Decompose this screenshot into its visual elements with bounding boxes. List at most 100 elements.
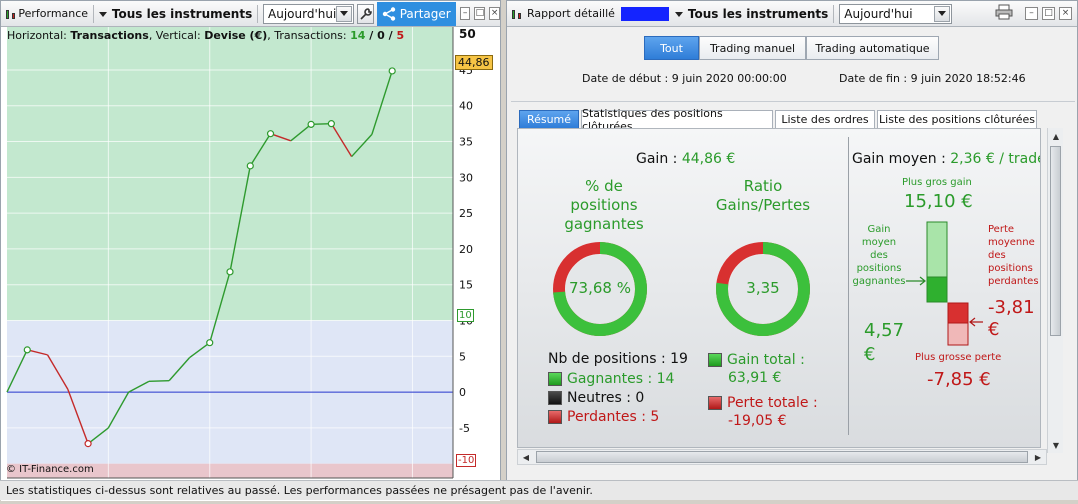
- performance-toolbar: Performance Tous les instruments Aujourd…: [1, 1, 500, 27]
- wrench-icon[interactable]: [357, 3, 374, 24]
- report-instruments-dropdown[interactable]: Tous les instruments: [674, 6, 829, 21]
- current-value-badge: 44,86: [455, 55, 493, 70]
- chevron-down-icon: [98, 11, 107, 17]
- report-title: Rapport détaillé: [527, 7, 615, 20]
- equity-point: [226, 268, 234, 276]
- avg-win-value: 4,57 €: [864, 320, 905, 365]
- maximize-icon[interactable]: □: [1042, 7, 1055, 20]
- y-tick-label: 5: [459, 350, 466, 363]
- report-period-select[interactable]: Aujourd'hui: [839, 3, 953, 24]
- tab-trading-manuel[interactable]: Trading manuel: [699, 36, 806, 60]
- scroll-up-icon[interactable]: ▲: [1049, 129, 1063, 143]
- equity-segment: [148, 379, 170, 383]
- profit-zone: [7, 27, 453, 321]
- scroll-right-icon[interactable]: ▶: [1031, 450, 1045, 464]
- account-redaction: [620, 6, 669, 21]
- y-tick-label: 20: [459, 243, 473, 256]
- instruments-dropdown[interactable]: Tous les instruments: [98, 6, 253, 21]
- avg-loss-bar: [947, 302, 969, 324]
- period-select[interactable]: Aujourd'hui: [263, 3, 355, 24]
- tab-trading-automatique[interactable]: Trading automatique: [806, 36, 939, 60]
- avg-win-bar: [926, 276, 948, 303]
- scroll-left-icon[interactable]: ◀: [519, 450, 533, 464]
- performance-app-icon: [5, 7, 15, 20]
- y-tick-label: 0: [459, 386, 466, 399]
- close-icon[interactable]: ×: [1059, 7, 1072, 20]
- instruments-label: Tous les instruments: [111, 6, 253, 21]
- avg-loss-value: -3,81 €: [988, 297, 1035, 340]
- gain-loss-bars: [906, 221, 983, 346]
- summary-panel: Gain : 44,86 € % de positions gagnantes Ra…: [517, 128, 1041, 448]
- performance-window: Performance Tous les instruments Aujourd…: [0, 0, 501, 501]
- ratio-value: 3,35: [746, 279, 780, 297]
- ratio-title: Ratio Gains/Pertes: [715, 177, 811, 214]
- arrow-right-icon: [906, 276, 926, 286]
- printer-icon[interactable]: [995, 4, 1013, 23]
- y-tick-label: 15: [459, 279, 473, 292]
- report-window: Rapport détaillé Tous les instruments Au…: [506, 0, 1078, 500]
- subtab-liste-positions[interactable]: Liste des positions clôturées: [877, 110, 1037, 128]
- best-gain-label: Plus gros gain: [902, 177, 972, 188]
- avg-win-label: Gain moyen des positions gagnantes: [852, 224, 906, 287]
- equity-point: [307, 120, 315, 128]
- equity-point: [266, 130, 275, 138]
- subtab-liste-ordres[interactable]: Liste des ordres: [775, 110, 875, 128]
- y-tick-label: 25: [459, 207, 473, 220]
- legend-losers: Perdantes : 5: [548, 409, 659, 425]
- chart-header: Horizontal: Transactions, Vertical: Devi…: [7, 29, 405, 42]
- report-period-value: Aujourd'hui: [844, 6, 913, 21]
- gain-total: Gain total :63,91 €: [708, 351, 805, 387]
- copyright: © IT-Finance.com: [6, 464, 94, 475]
- y-tick-label: 40: [459, 100, 473, 113]
- y-tick-label: 50: [459, 27, 476, 41]
- share-icon: [382, 6, 395, 21]
- equity-point: [246, 162, 254, 170]
- transactions-winners: 14: [350, 29, 366, 42]
- report-app-icon: [511, 7, 524, 20]
- y-tick-label: 35: [459, 136, 473, 149]
- report-toolbar: Rapport détaillé Tous les instruments Au…: [507, 1, 1077, 27]
- pct-winning-title: % de positions gagnantes: [564, 177, 644, 233]
- start-date: Date de début : 9 juin 2020 00:00:00: [582, 72, 787, 85]
- equity-point: [327, 120, 335, 128]
- legend-neutrals: Neutres : 0: [548, 390, 644, 406]
- vertical-scrollbar[interactable]: ▲ ▼: [1047, 128, 1063, 453]
- avg-loss-label: Perte moyenne des positions perdantes: [988, 224, 1039, 287]
- y-tick-label: 30: [459, 171, 473, 184]
- subtab-statistiques[interactable]: Statistiques des positions clôturées: [581, 107, 773, 133]
- end-date: Date de fin : 9 juin 2020 18:52:46: [839, 72, 1026, 85]
- share-label: Partager: [399, 6, 451, 21]
- perte-totale: Perte totale : -19,05 €: [708, 394, 818, 430]
- subtab-resume[interactable]: Résumé: [519, 110, 579, 128]
- minimize-icon[interactable]: –: [1025, 7, 1038, 20]
- disclaimer-footer: Les statistiques ci-dessus sont relative…: [0, 480, 1078, 500]
- chevron-down-icon[interactable]: [336, 5, 353, 22]
- lower-band-label: -10: [456, 454, 477, 467]
- y-tick-label: -5: [459, 422, 470, 435]
- legend-winners: Gagnantes : 14: [548, 371, 674, 387]
- period-value: Aujourd'hui: [268, 6, 337, 21]
- pct-winning-value: 73,68 %: [569, 279, 631, 297]
- transactions-neutral: 0: [377, 29, 385, 42]
- close-icon[interactable]: ×: [489, 7, 500, 20]
- transactions-losers: 5: [396, 29, 405, 42]
- gain-summary: Gain : 44,86 €: [636, 151, 736, 167]
- chevron-down-icon[interactable]: [934, 5, 951, 22]
- share-button[interactable]: Partager: [376, 1, 456, 26]
- equity-point: [206, 339, 214, 347]
- scroll-down-icon[interactable]: ▼: [1049, 438, 1063, 452]
- chevron-down-icon: [674, 11, 683, 17]
- horizontal-scroll-thumb[interactable]: [536, 451, 1028, 463]
- maximize-icon[interactable]: □: [474, 7, 486, 20]
- tab-tout[interactable]: Tout: [644, 36, 699, 60]
- minimize-icon[interactable]: –: [459, 7, 471, 20]
- upper-band-label: 10: [457, 309, 474, 322]
- report-instruments-label: Tous les instruments: [687, 6, 829, 21]
- nb-positions: Nb de positions : 19: [548, 351, 688, 367]
- worst-loss-label: Plus grosse perte: [915, 352, 1002, 363]
- panel-divider: [848, 137, 849, 435]
- equity-point: [84, 440, 92, 448]
- horizontal-scrollbar[interactable]: ◀ ▶: [517, 449, 1047, 465]
- best-gain-value: 15,10 €: [904, 191, 973, 212]
- vertical-scroll-thumb[interactable]: [1050, 146, 1061, 336]
